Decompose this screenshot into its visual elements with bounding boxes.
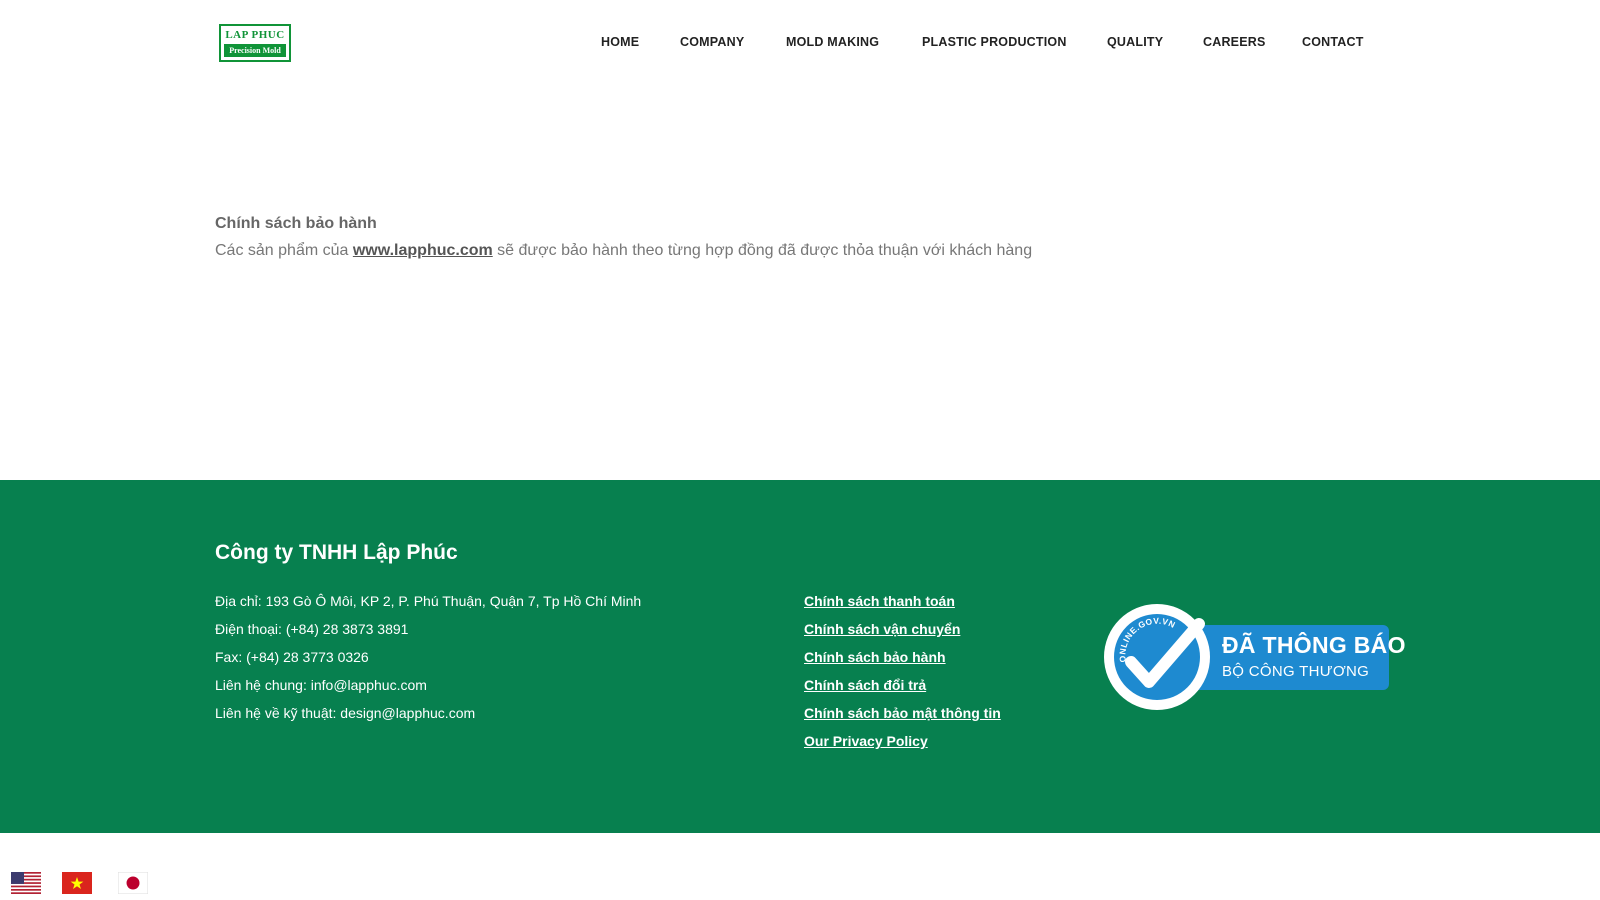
japan-flag-icon[interactable]: [118, 872, 148, 894]
privacy-policy-link[interactable]: Our Privacy Policy: [804, 733, 928, 749]
list-item: Chính sách vận chuyển: [804, 615, 1001, 643]
nav-quality[interactable]: QUALITY: [1107, 35, 1163, 49]
list-item: Chính sách thanh toán: [804, 587, 1001, 615]
list-item: Our Privacy Policy: [804, 727, 1001, 755]
phone-text: Điện thoại: (+84) 28 3873 3891: [215, 621, 409, 637]
policy-content: Chính sách bảo hành Các sản phẩm của www…: [215, 212, 1385, 266]
list-item: Chính sách đổi trả: [804, 671, 1001, 699]
warranty-policy-link[interactable]: Chính sách bảo hành: [804, 649, 946, 665]
technical-email-text: Liên hệ về kỹ thuật: design@lapphuc.com: [215, 705, 476, 721]
list-item: Chính sách bảo hành: [804, 643, 1001, 671]
vietnam-flag-icon[interactable]: [62, 872, 92, 894]
nav-contact[interactable]: CONTACT: [1302, 35, 1364, 49]
payment-policy-link[interactable]: Chính sách thanh toán: [804, 593, 955, 609]
us-flag-icon[interactable]: [11, 872, 41, 894]
site-header: LAP PHUC Precision Mold HOME COMPANY MOL…: [0, 0, 1600, 86]
security-policy-link[interactable]: Chính sách bảo mật thông tin: [804, 705, 1001, 721]
policy-description: Các sản phẩm của www.lapphuc.com sẽ được…: [215, 236, 1385, 266]
return-policy-link[interactable]: Chính sách đổi trả: [804, 677, 926, 693]
page-title: Chính sách bảo hành: [215, 215, 377, 232]
ministry-notified-badge[interactable]: ONLINE.GOV.VN ĐÃ THÔNG BÁO BỘ CÔNG THƯƠN…: [1104, 604, 1405, 710]
list-item: Chính sách bảo mật thông tin: [804, 699, 1001, 727]
badge-title: ĐÃ THÔNG BÁO: [1222, 632, 1406, 658]
badge-subtitle: BỘ CÔNG THƯƠNG: [1222, 663, 1370, 680]
nav-mold-making[interactable]: MOLD MAKING: [786, 35, 879, 49]
policy-text-after: sẽ được bảo hành theo từng hợp đồng đã đ…: [492, 242, 1033, 259]
footer-company-name: Công ty TNHH Lập Phúc: [215, 541, 458, 564]
contact-info-list: Địa chỉ: 193 Gò Ô Môi, KP 2, P. Phú Thuậ…: [215, 587, 641, 727]
site-footer: Công ty TNHH Lập Phúc Địa chỉ: 193 Gò Ô …: [0, 480, 1600, 833]
main-navigation: HOME COMPANY MOLD MAKING PLASTIC PRODUCT…: [0, 0, 1600, 86]
nav-company[interactable]: COMPANY: [680, 35, 744, 49]
nav-careers[interactable]: CAREERS: [1203, 35, 1266, 49]
nav-home[interactable]: HOME: [601, 35, 639, 49]
policy-links-list: Chính sách thanh toán Chính sách vận chu…: [804, 587, 1001, 755]
policy-text-before: Các sản phẩm của: [215, 242, 353, 259]
address-text: Địa chỉ: 193 Gò Ô Môi, KP 2, P. Phú Thuậ…: [215, 593, 642, 609]
shipping-policy-link[interactable]: Chính sách vận chuyển: [804, 621, 960, 637]
nav-plastic-production[interactable]: PLASTIC PRODUCTION: [922, 35, 1067, 49]
fax-text: Fax: (+84) 28 3773 0326: [215, 649, 369, 665]
website-link[interactable]: www.lapphuc.com: [353, 242, 493, 259]
general-email-text: Liên hệ chung: info@lapphuc.com: [215, 677, 427, 693]
check-mark-icon: ONLINE.GOV.VN: [1117, 616, 1205, 688]
